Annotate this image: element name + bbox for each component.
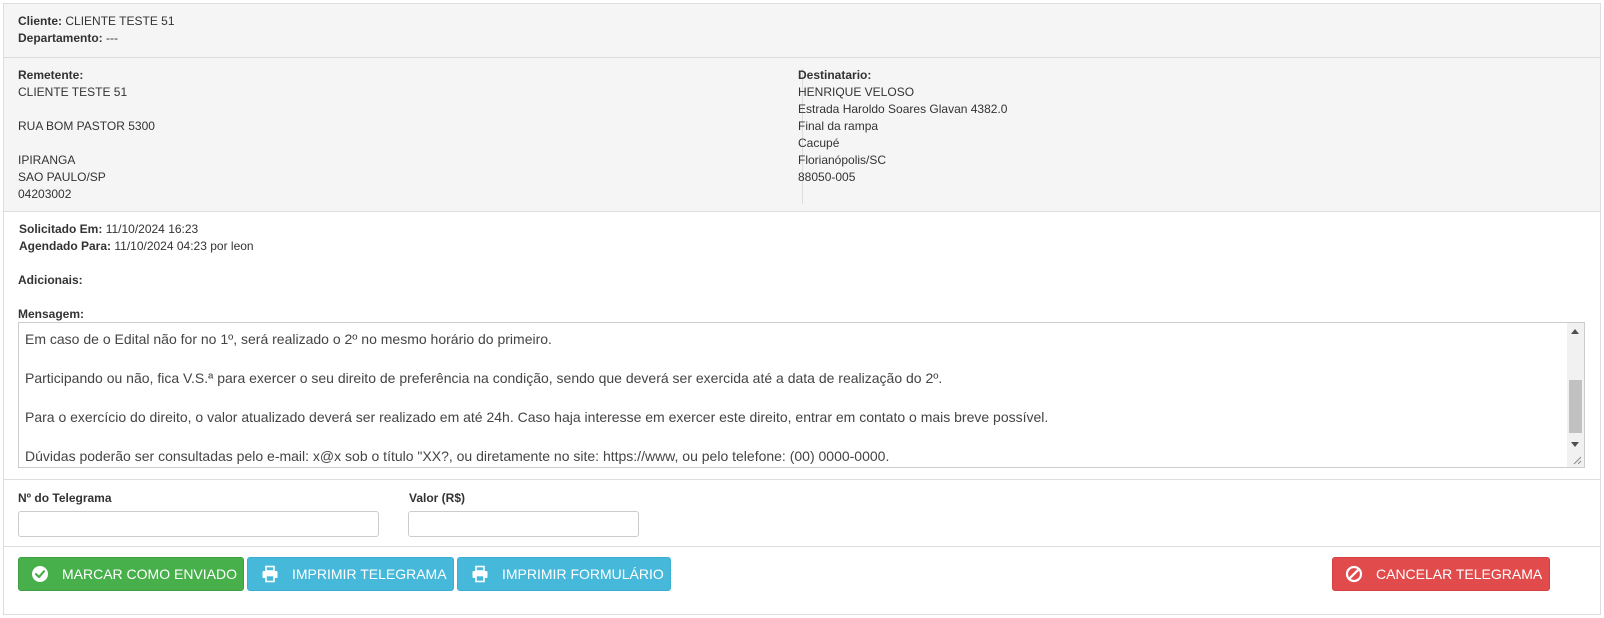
message-paragraph: Para o exercício do direito, o valor atu… [25,409,1049,425]
recipient-address-line: HENRIQUE VELOSO [798,85,915,99]
sender-address: CLIENTE TESTE 51 RUA BOM PASTOR 5300 IPIRA… [18,84,155,203]
resize-grip-icon[interactable] [1572,455,1582,465]
recipient-address-line: Florianópolis/SC [798,153,887,167]
sender-address-line: 04203002 [18,187,72,201]
message-paragraph: Participando ou não, fica V.S.ª para exe… [25,370,943,386]
sender-label: Remetente: [18,68,84,82]
scheduled-row: Agendado Para: 11/10/2024 04:23 por leon [19,238,254,255]
scrollbar-thumb[interactable] [1569,380,1582,433]
sender-address-line: IPIRANGA [18,153,76,167]
department-row: Departamento: --- [18,30,118,47]
recipient-address: HENRIQUE VELOSO Estrada Haroldo Soares Gl… [798,84,1007,186]
requested-row: Solicitado Em: 11/10/2024 16:23 [19,221,198,238]
scroll-up-arrow-icon[interactable] [1571,329,1579,334]
check-circle-icon [30,564,50,584]
message-paragraph [25,428,1562,448]
print-telegram-button[interactable]: IMPRIMIR TELEGRAMA [247,557,454,591]
message-label: Mensagem: [18,307,85,321]
sender-address-line [18,135,155,152]
sender-block: Remetente: CLIENTE TESTE 51 RUA BOM PASTO… [18,67,155,203]
printer-icon [260,564,280,584]
print-form-button[interactable]: IMPRIMIR FORMULÁRIO [457,557,671,591]
message-paragraph [25,350,1562,370]
client-label: Cliente: [18,14,63,28]
details-section: Solicitado Em: 11/10/2024 16:23 Agendado… [4,212,1600,480]
telegram-number-input[interactable] [18,511,379,537]
client-row: Cliente: CLIENTE TESTE 51 [18,13,175,30]
printer-icon [470,564,490,584]
scroll-down-arrow-icon[interactable] [1571,442,1579,447]
scheduled-label: Agendado Para: [19,239,112,253]
fields-section: Nº do Telegrama Valor (R$) [4,480,1600,547]
sender-address-line [18,101,155,118]
message-textarea[interactable]: Em caso de o Edital não for no 1º, será … [18,322,1585,468]
cancel-telegram-button[interactable]: CANCELAR TELEGRAMA [1332,557,1550,591]
actions-section: MARCAR COMO ENVIADO IMPRIMIR TELEGRAMA I… [4,547,1600,614]
print-form-label: IMPRIMIR FORMULÁRIO [502,566,664,582]
mark-as-sent-label: MARCAR COMO ENVIADO [62,566,238,582]
mark-as-sent-button[interactable]: MARCAR COMO ENVIADO [18,557,244,591]
message-paragraph [25,389,1562,409]
message-paragraph: Dúvidas poderão ser consultadas pelo e-m… [25,448,890,464]
recipient-address-line: Final da rampa [798,119,879,133]
value-label: Valor (R$) [409,491,466,505]
print-telegram-label: IMPRIMIR TELEGRAMA [292,566,447,582]
recipient-address-line: Estrada Haroldo Soares Glavan 4382.0 [798,102,1008,116]
recipient-address-line: Cacupé [798,136,840,150]
recipient-label: Destinatario: [798,68,872,82]
department-value: --- [106,31,119,45]
additional-label: Adicionais: [18,273,83,287]
ban-icon [1344,564,1364,584]
sender-address-line: SAO PAULO/SP [18,170,106,184]
telegram-detail-panel: Cliente: CLIENTE TESTE 51 Departamento: … [3,3,1601,615]
scheduled-value: 11/10/2024 04:23 por leon [114,239,254,253]
requested-value: 11/10/2024 16:23 [105,222,199,236]
telegram-number-label: Nº do Telegrama [18,491,112,505]
message-paragraph: Em caso de o Edital não for no 1º, será … [25,331,552,347]
recipient-address-line: 88050-005 [798,170,856,184]
message-text: Em caso de o Edital não for no 1º, será … [25,330,1562,467]
address-section: Remetente: CLIENTE TESTE 51 RUA BOM PASTO… [4,58,1600,212]
client-value: CLIENTE TESTE 51 [65,14,175,28]
sender-address-line: RUA BOM PASTOR 5300 [18,119,155,133]
cancel-telegram-label: CANCELAR TELEGRAMA [1376,566,1543,582]
department-label: Departamento: [18,31,103,45]
message-scrollbar[interactable] [1567,323,1584,467]
recipient-block: Destinatario: HENRIQUE VELOSO Estrada Har… [798,67,1007,186]
value-input[interactable] [408,511,639,537]
client-section: Cliente: CLIENTE TESTE 51 Departamento: … [4,4,1600,58]
requested-label: Solicitado Em: [19,222,103,236]
sender-address-line: CLIENTE TESTE 51 [18,85,128,99]
